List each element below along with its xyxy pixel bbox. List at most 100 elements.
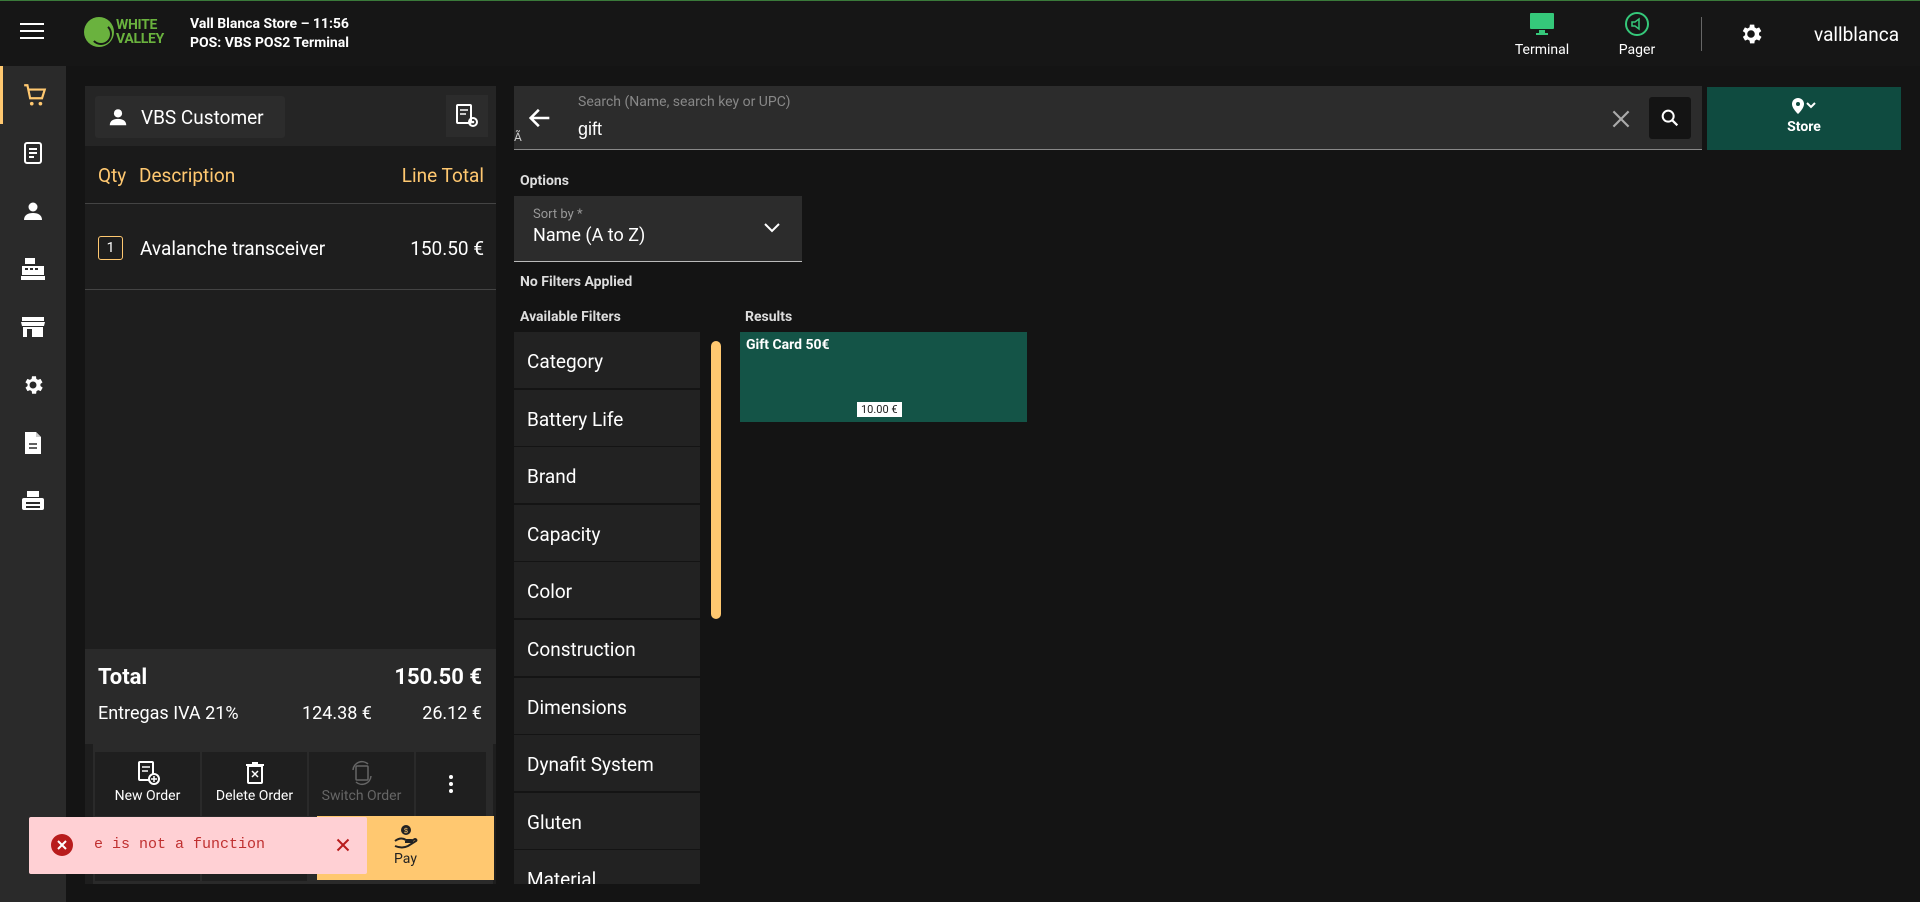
nav-store[interactable] [0, 298, 66, 356]
receipt-settings-icon [456, 104, 478, 127]
nav-orders[interactable] [0, 124, 66, 182]
location-pin-icon [1792, 98, 1816, 114]
filter-construction[interactable]: Construction [514, 619, 700, 676]
results-label: Results [745, 309, 793, 325]
cash-register-icon [21, 258, 45, 280]
stray-character: Ã [514, 130, 522, 144]
tax-amount: 26.12 € [422, 703, 482, 724]
order-header: VBS Customer [85, 86, 496, 146]
options-label: Options [520, 173, 569, 189]
logo-line2: VALLEY [116, 31, 164, 47]
nav-documents[interactable] [0, 414, 66, 472]
new-order-button[interactable]: New Order [95, 752, 200, 816]
divider [1701, 17, 1702, 51]
cart-icon [23, 84, 46, 106]
pay-hand-icon: $ [393, 825, 417, 849]
filter-color[interactable]: Color [514, 562, 700, 619]
close-icon[interactable] [1608, 106, 1634, 132]
filter-category[interactable]: Category [514, 332, 700, 388]
tax-label: Entregas IVA 21% [98, 703, 239, 724]
error-toast: e is not a function [29, 817, 367, 874]
pager-button[interactable]: Pager [1599, 11, 1675, 58]
filter-material[interactable]: Material [514, 850, 700, 884]
nav-settings[interactable] [0, 356, 66, 414]
filter-list: Category Battery Life Brand Capacity Col… [514, 332, 700, 884]
line-amount: 150.50 € [410, 237, 484, 260]
order-panel: VBS Customer Qty Description Line Total … [85, 86, 496, 884]
left-nav [0, 66, 66, 902]
filter-dimensions[interactable]: Dimensions [514, 677, 700, 734]
pos-terminal-name: POS: VBS POS2 Terminal [190, 35, 349, 51]
error-icon [51, 834, 73, 856]
new-order-label: New Order [114, 788, 181, 804]
search-label: Search (Name, search key or UPC) [578, 94, 791, 110]
nav-customers[interactable] [0, 182, 66, 240]
col-description: Description [139, 164, 236, 187]
col-line-total: Line Total [401, 164, 484, 187]
col-qty: Qty [98, 164, 127, 187]
search-bar: Search (Name, search key or UPC) [514, 86, 1702, 150]
filter-brand[interactable]: Brand [514, 447, 700, 504]
store-info: Vall Blanca Store – 11:56 POS: VBS POS2 … [190, 15, 349, 53]
result-name: Gift Card 50€ [746, 337, 830, 353]
filter-battery-life[interactable]: Battery Life [514, 389, 700, 446]
sort-by-value: Name (A to Z) [533, 225, 646, 246]
gear-icon [25, 376, 43, 394]
store-name-time: Vall Blanca Store – 11:56 [190, 16, 349, 32]
document-icon [25, 432, 41, 454]
arrow-left-icon[interactable] [526, 104, 554, 132]
store-button[interactable]: Store [1707, 87, 1901, 150]
sort-by-select[interactable]: Sort by * Name (A to Z) [514, 196, 802, 262]
chevron-down-icon [764, 223, 780, 233]
top-bar: WHITE VALLEY Vall Blanca Store – 11:56 P… [0, 0, 1920, 66]
logo-mark [84, 17, 114, 47]
order-columns: Qty Description Line Total [85, 146, 496, 204]
gear-icon[interactable] [1738, 21, 1764, 47]
order-line[interactable]: 1 Avalanche transceiver 150.50 € [85, 204, 496, 290]
result-card[interactable]: Gift Card 50€ 10.00 € [740, 332, 1027, 422]
person-icon [24, 202, 42, 220]
no-filters-applied: No Filters Applied [520, 274, 633, 290]
pay-label: Pay [394, 851, 417, 867]
username[interactable]: vallblanca [1814, 23, 1899, 46]
switch-order-button[interactable]: Switch Order [309, 752, 414, 816]
filter-scrollbar[interactable] [711, 341, 721, 619]
line-qty[interactable]: 1 [98, 236, 123, 260]
more-vertical-icon [449, 775, 453, 793]
filter-capacity[interactable]: Capacity [514, 504, 700, 561]
receipt-icon [24, 142, 42, 164]
monitor-icon [1530, 13, 1554, 35]
customer-button[interactable]: VBS Customer [95, 96, 285, 138]
logo-text: WHITE VALLEY [116, 18, 164, 46]
terminal-button[interactable]: Terminal [1504, 11, 1580, 58]
delete-order-label: Delete Order [215, 788, 294, 804]
total-value: 150.50 € [394, 665, 482, 690]
more-button[interactable] [416, 752, 486, 816]
sort-by-label: Sort by * [533, 207, 583, 222]
pager-icon [1625, 12, 1649, 36]
order-settings-button[interactable] [446, 95, 488, 137]
total-label: Total [98, 665, 148, 690]
new-order-icon [137, 761, 160, 785]
search-input[interactable] [578, 116, 1598, 142]
search-button[interactable] [1649, 97, 1691, 139]
close-icon[interactable] [332, 834, 354, 856]
filter-dynafit-system[interactable]: Dynafit System [514, 735, 700, 792]
line-description: Avalanche transceiver [140, 237, 326, 260]
available-filters-label: Available Filters [520, 309, 621, 325]
filter-gluten[interactable]: Gluten [514, 792, 700, 849]
nav-cart[interactable] [0, 66, 66, 124]
person-icon [109, 109, 127, 126]
nav-printer[interactable] [0, 472, 66, 530]
nav-cash-register[interactable] [0, 240, 66, 298]
store-label: Store [1787, 119, 1821, 135]
menu-icon[interactable] [20, 23, 44, 43]
switch-icon [351, 760, 372, 786]
logo-line1: WHITE [116, 17, 158, 33]
search-icon [1661, 109, 1679, 127]
switch-order-label: Switch Order [321, 788, 402, 804]
logo: WHITE VALLEY [84, 17, 164, 47]
delete-order-button[interactable]: Delete Order [202, 752, 307, 816]
tax-base: 124.38 € [302, 703, 372, 724]
printer-icon [22, 491, 44, 510]
